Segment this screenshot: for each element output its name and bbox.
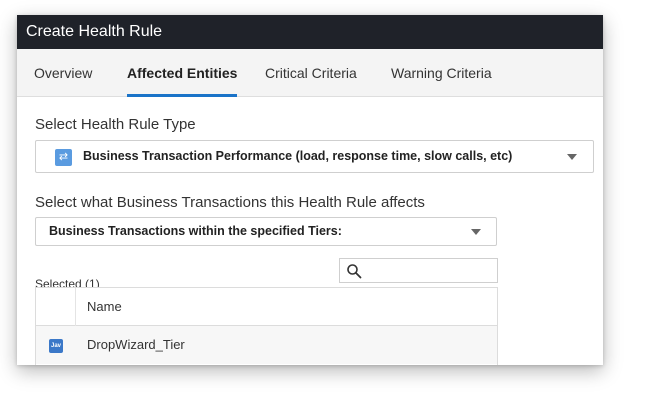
create-health-rule-dialog: Create Health Rule Overview Affected Ent…	[17, 15, 603, 365]
tab-warning-criteria[interactable]: Warning Criteria	[391, 49, 492, 97]
search-input[interactable]	[339, 258, 498, 283]
tab-critical-criteria[interactable]: Critical Criteria	[265, 49, 357, 97]
transfer-arrows-icon: ⇄	[55, 149, 72, 166]
health-rule-type-value: Business Transaction Performance (load, …	[83, 149, 513, 163]
affects-select[interactable]: Business Transactions within the specifi…	[35, 217, 497, 246]
column-header-name[interactable]: Name	[87, 288, 122, 326]
chevron-down-icon	[567, 154, 577, 160]
chevron-down-icon	[471, 229, 481, 235]
search-icon	[347, 264, 362, 279]
java-icon: Jav	[49, 339, 63, 353]
tab-affected-entities[interactable]: Affected Entities	[127, 49, 238, 97]
health-rule-type-select[interactable]: ⇄ Business Transaction Performance (load…	[35, 140, 594, 173]
affects-label: Select what Business Transactions this H…	[35, 194, 425, 211]
table-row[interactable]: Jav DropWizard_Tier	[36, 326, 497, 364]
dialog-title: Create Health Rule	[17, 15, 603, 49]
affects-value: Business Transactions within the specifi…	[49, 224, 342, 238]
tab-bar: Overview Affected Entities Critical Crit…	[17, 49, 603, 97]
entities-table: Name Jav DropWizard_Tier	[35, 287, 498, 365]
icon-column-header	[36, 288, 76, 326]
tier-name: DropWizard_Tier	[87, 337, 185, 352]
health-rule-type-label: Select Health Rule Type	[35, 116, 196, 133]
tab-overview[interactable]: Overview	[34, 49, 92, 97]
affected-entities-panel: Select Health Rule Type ⇄ Business Trans…	[17, 97, 603, 365]
table-header: Name	[36, 288, 497, 326]
